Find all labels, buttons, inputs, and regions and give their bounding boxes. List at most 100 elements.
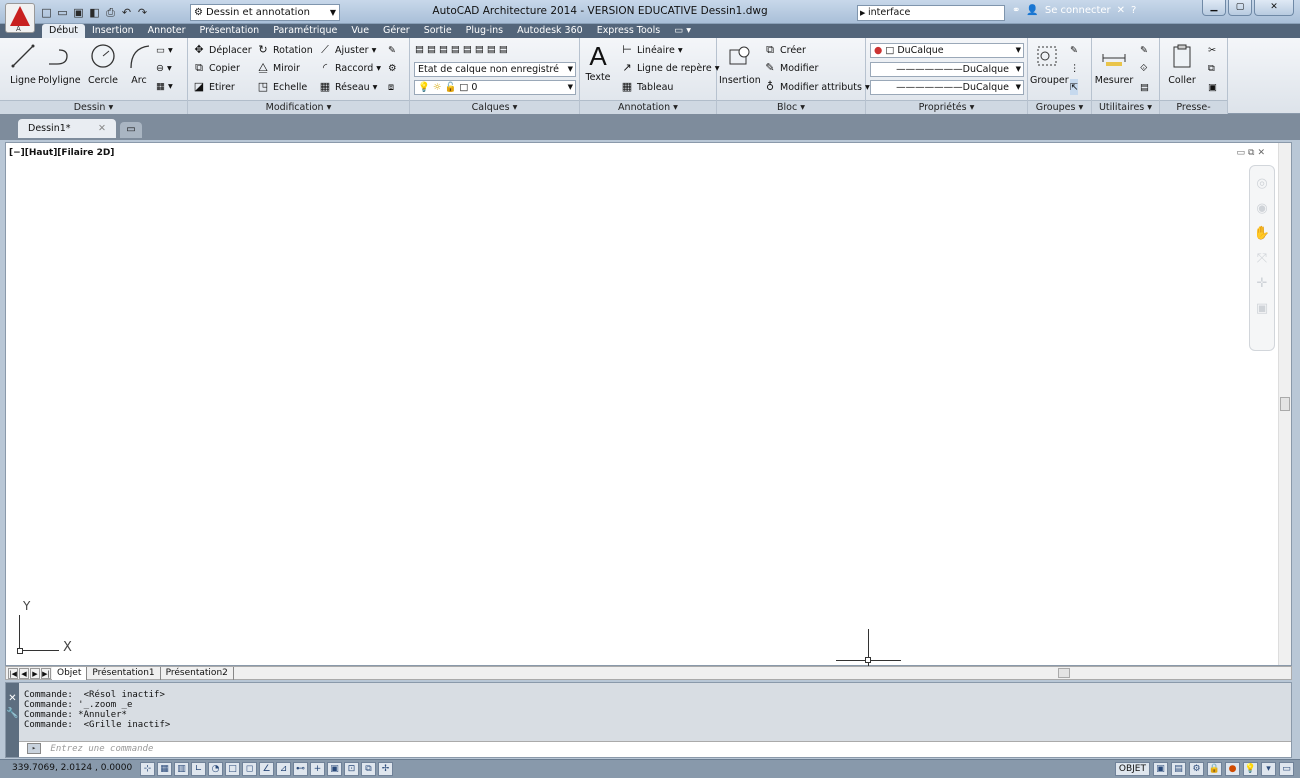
panel-title-annotation[interactable]: Annotation ▾ bbox=[580, 100, 716, 114]
tab-vue[interactable]: Vue bbox=[344, 24, 376, 38]
new-drawing-tab-icon[interactable]: ▭ bbox=[120, 122, 142, 138]
color-select[interactable]: ● □ DuCalque ▼ bbox=[870, 43, 1024, 58]
quick-properties-icon[interactable]: ⊡ bbox=[344, 762, 359, 776]
command-input[interactable]: ▸ Entrez une commande bbox=[19, 741, 1291, 757]
quick-select-icon[interactable]: ✎ bbox=[1140, 42, 1148, 58]
rectangle-icon[interactable]: ▭ ▾ bbox=[156, 42, 173, 58]
tab-presentation1[interactable]: Présentation1 bbox=[87, 667, 161, 680]
tab-dessin1[interactable]: Dessin1* ✕ bbox=[18, 119, 116, 138]
panel-title-modification[interactable]: Modification ▾ bbox=[188, 100, 409, 114]
panel-title-dessin[interactable]: Dessin ▾ bbox=[0, 100, 187, 114]
first-layout-icon[interactable]: |◀ bbox=[8, 668, 18, 679]
prev-layout-icon[interactable]: ◀ bbox=[19, 668, 29, 679]
group-select-icon[interactable]: ⇱ bbox=[1070, 79, 1078, 95]
orbit-icon[interactable]: ✛ bbox=[1250, 276, 1274, 291]
arc-button[interactable]: Arc bbox=[120, 42, 158, 86]
steeringwheel-icon[interactable]: ◎ bbox=[1250, 176, 1274, 191]
cut-icon[interactable]: ✂ bbox=[1208, 42, 1216, 58]
scroll-thumb[interactable] bbox=[1280, 397, 1290, 411]
hatch-icon[interactable]: ▦ ▾ bbox=[156, 78, 173, 94]
tab-plug-ins[interactable]: Plug-ins bbox=[459, 24, 510, 38]
tab-presentation[interactable]: Présentation bbox=[193, 24, 267, 38]
tab-annoter[interactable]: Annoter bbox=[141, 24, 193, 38]
creer-button[interactable]: ⧉ Créer bbox=[763, 42, 806, 58]
toolbar-lock-icon[interactable]: 🔒 bbox=[1207, 762, 1222, 776]
tableau-button[interactable]: ▦ Tableau bbox=[620, 79, 674, 95]
copy-clip-icon[interactable]: ⧉ bbox=[1208, 60, 1215, 76]
drawing-canvas[interactable]: [−][Haut][Filaire 2D] ▭ ⧉ ✕ ◎ ◉ ✋ ⤧ ✛ ▣ … bbox=[5, 142, 1292, 667]
lineaire-button[interactable]: ⊢ Linéaire ▾ bbox=[620, 42, 682, 58]
lineweight-select[interactable]: ———————DuCalque ▼ bbox=[870, 80, 1024, 95]
hardware-acceleration-icon[interactable]: ● bbox=[1225, 762, 1240, 776]
raccord-button[interactable]: ◜ Raccord ▾ bbox=[318, 60, 381, 76]
tab-objet[interactable]: Objet bbox=[52, 667, 88, 680]
vertical-scrollbar[interactable] bbox=[1278, 143, 1291, 665]
ducs-icon[interactable]: ⊿ bbox=[276, 762, 291, 776]
sign-in-link[interactable]: Se connecter bbox=[1045, 5, 1111, 16]
dyn-icon[interactable]: ⊷ bbox=[293, 762, 308, 776]
ortho-icon[interactable]: ∟ bbox=[191, 762, 206, 776]
layer-state-select[interactable]: Etat de calque non enregistré ▼ bbox=[414, 62, 576, 77]
linetype-select[interactable]: ———————DuCalque ▼ bbox=[870, 62, 1024, 77]
coordinates-readout[interactable]: 339.7069, 2.0124 , 0.0000 bbox=[12, 763, 132, 773]
grouper-button[interactable]: Grouper bbox=[1030, 42, 1069, 86]
command-prompt-icon[interactable]: ▸ bbox=[27, 743, 41, 754]
search-input[interactable]: ▶ interface bbox=[857, 5, 1005, 21]
panel-title-calques[interactable]: Calques ▾ bbox=[410, 100, 579, 114]
close-icon[interactable]: ✕ bbox=[98, 119, 106, 138]
status-menu-icon[interactable]: ▾ bbox=[1261, 762, 1276, 776]
model-space-button[interactable]: OBJET bbox=[1114, 762, 1150, 776]
quick-view-drawings-icon[interactable]: ▤ bbox=[1171, 762, 1186, 776]
mesurer-button[interactable]: Mesurer bbox=[1094, 42, 1134, 86]
workspace-switch-icon[interactable]: ⚙ bbox=[1189, 762, 1204, 776]
3d-osnap-icon[interactable]: ◻ bbox=[242, 762, 257, 776]
texte-button[interactable]: A Texte bbox=[582, 42, 614, 83]
modifier-button[interactable]: ✎ Modifier bbox=[763, 60, 818, 76]
clean-screen-icon[interactable]: ▭ bbox=[1279, 762, 1294, 776]
annotation-monitor-icon[interactable]: ✢ bbox=[378, 762, 393, 776]
restore-icon[interactable]: ⧉ bbox=[1248, 148, 1254, 158]
panel-title-bloc[interactable]: Bloc ▾ bbox=[717, 100, 865, 114]
group-edit-icon[interactable]: ⋮ bbox=[1070, 60, 1080, 76]
tab-parametrique[interactable]: Paramétrique bbox=[266, 24, 344, 38]
panel-title-proprietes[interactable]: Propriétés ▾ bbox=[866, 100, 1027, 114]
exchange-icon[interactable]: ✕ bbox=[1117, 5, 1125, 16]
grid-icon[interactable]: ▥ bbox=[174, 762, 189, 776]
close-button[interactable]: ✕ bbox=[1254, 0, 1294, 16]
layer-tools-icon[interactable]: ▤▤▤▤▤▤▤▤ bbox=[415, 41, 511, 57]
cercle-button[interactable]: Cercle bbox=[84, 42, 122, 86]
horizontal-scroll-thumb[interactable] bbox=[1058, 668, 1070, 678]
layer-current-select[interactable]: 💡 ☼ 🔓 □ 0 ▼ bbox=[414, 80, 576, 95]
selection-cycling-icon[interactable]: ⧉ bbox=[361, 762, 376, 776]
tab-presentation2[interactable]: Présentation2 bbox=[161, 667, 234, 680]
tab-gerer[interactable]: Gérer bbox=[376, 24, 417, 38]
tab-insertion[interactable]: Insertion bbox=[85, 24, 141, 38]
tab-autodesk-360[interactable]: Autodesk 360 bbox=[510, 24, 590, 38]
infer-constraints-icon[interactable]: ⊹ bbox=[140, 762, 155, 776]
tab-express-tools[interactable]: Express Tools bbox=[590, 24, 668, 38]
coller-button[interactable]: Coller bbox=[1164, 42, 1200, 86]
calculator-icon[interactable]: ▤ bbox=[1140, 79, 1149, 95]
next-layout-icon[interactable]: ▶ bbox=[30, 668, 40, 679]
erase-icon[interactable]: ✎ bbox=[388, 42, 396, 58]
isolate-objects-icon[interactable]: 💡 bbox=[1243, 762, 1258, 776]
minimize-button[interactable]: ▁ bbox=[1202, 0, 1226, 16]
reseau-button[interactable]: ▦ Réseau ▾ bbox=[318, 79, 378, 95]
pan-icon[interactable]: ✋ bbox=[1250, 226, 1274, 241]
panel-title-utilitaires[interactable]: Utilitaires ▾ bbox=[1092, 100, 1159, 114]
ribbon-toggle-icon[interactable]: ▭ ▾ bbox=[667, 24, 698, 38]
showmotion-icon[interactable]: ◉ bbox=[1250, 201, 1274, 216]
tab-sortie[interactable]: Sortie bbox=[417, 24, 459, 38]
quick-view-layouts-icon[interactable]: ▣ bbox=[1153, 762, 1168, 776]
rotation-button[interactable]: ↻ Rotation bbox=[256, 42, 312, 58]
close-icon[interactable]: ✕ bbox=[1257, 148, 1265, 158]
etirer-button[interactable]: ◪ Etirer bbox=[192, 79, 235, 95]
viewport-controls-label[interactable]: [−][Haut][Filaire 2D] bbox=[9, 148, 114, 158]
copier-button[interactable]: ⧉ Copier bbox=[192, 60, 240, 76]
minimize-icon[interactable]: ▭ bbox=[1237, 148, 1246, 158]
wrench-icon[interactable]: 🔧 bbox=[6, 708, 19, 719]
polyligne-button[interactable]: Polyligne bbox=[38, 42, 81, 86]
binoculars-icon[interactable]: ⚭ bbox=[1012, 5, 1020, 16]
ligne-repere-button[interactable]: ↗ Ligne de repère ▾ bbox=[620, 60, 719, 76]
last-layout-icon[interactable]: ▶| bbox=[41, 668, 51, 679]
